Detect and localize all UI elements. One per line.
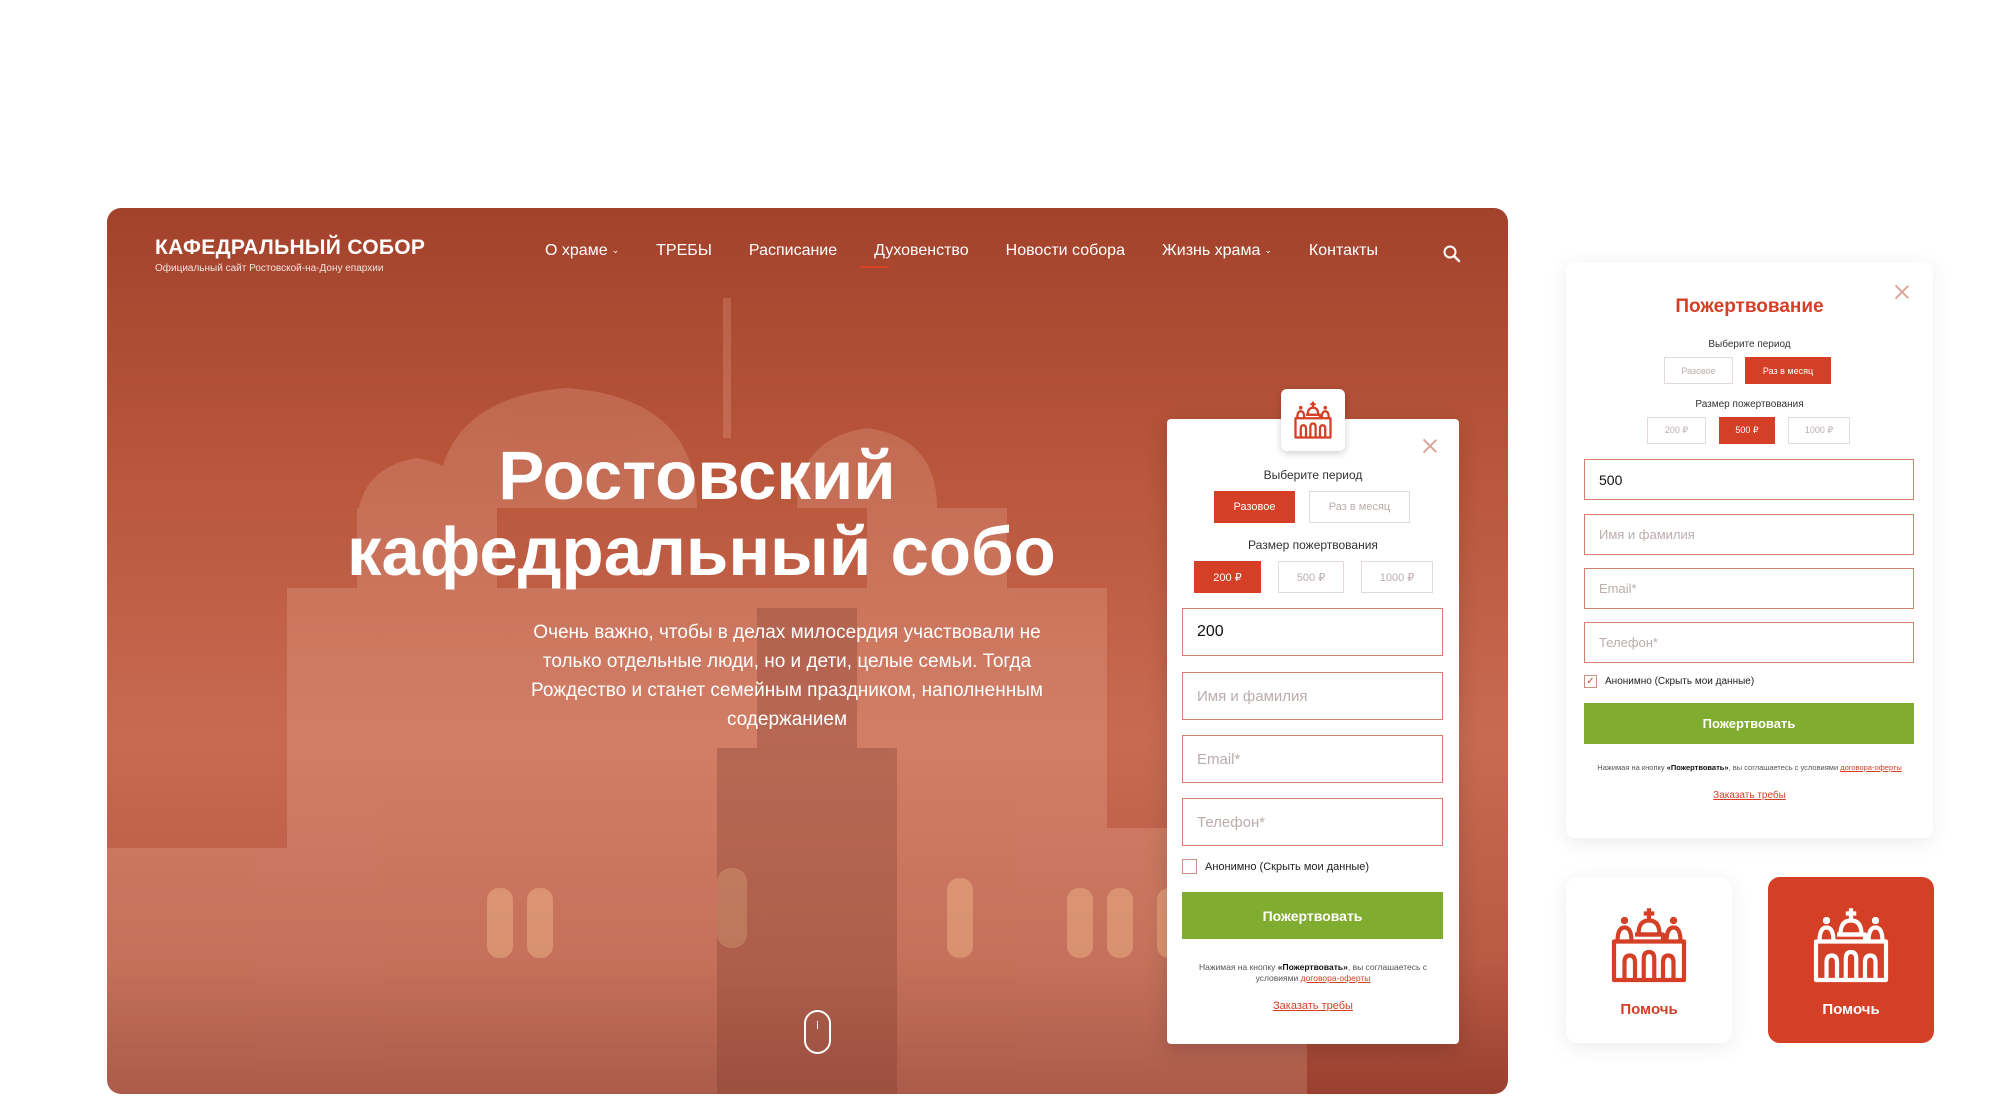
nav-label: Расписание	[748, 242, 838, 259]
hero-title-line: кафедральный собо	[347, 513, 1056, 590]
nav-item-life[interactable]: Жизнь храма ⌄	[1162, 242, 1272, 260]
amount-input[interactable]: 200	[1182, 608, 1443, 656]
offer-link[interactable]: договора-оферты	[1840, 763, 1902, 772]
amount-input[interactable]: 500	[1584, 459, 1914, 500]
amount-selector: 200 ₽ 500 ₽ 1000 ₽	[1647, 417, 1850, 444]
search-icon[interactable]	[1442, 244, 1462, 264]
amount-option-200[interactable]: 200 ₽	[1194, 561, 1261, 593]
site-title: КАФЕДРАЛЬНЫЙ СОБОР	[155, 236, 426, 259]
nav-item-contacts[interactable]: Контакты	[1309, 242, 1378, 260]
donation-form: Выберите период Разовое Раз в месяц Разм…	[1167, 419, 1459, 1044]
terms-button-name: «Пожертвовать»	[1666, 763, 1729, 772]
amount-option-500[interactable]: 500 ₽	[1719, 417, 1775, 444]
period-selector: Разовое Раз в месяц	[1214, 491, 1410, 523]
site-brand[interactable]: КАФЕДРАЛЬНЫЙ СОБОР Официальный сайт Рост…	[155, 236, 425, 274]
help-label: Помочь	[1822, 1000, 1880, 1018]
nav-item-news[interactable]: Новости собора	[1006, 242, 1125, 260]
church-icon	[1611, 907, 1687, 982]
donate-button[interactable]: Пожертвовать	[1584, 703, 1914, 744]
terms-prefix: Нажимая на кнопку	[1198, 962, 1276, 972]
amount-option-1000[interactable]: 1000 ₽	[1788, 417, 1850, 444]
nav-item-clergy[interactable]: Духовенство	[861, 242, 969, 268]
anonymous-checkbox[interactable]	[1182, 859, 1197, 874]
amount-label: Размер пожертвования	[1695, 399, 1804, 410]
main-nav: О храме ⌄ ТРЕБЫ Расписание Духовенство Но…	[545, 242, 1415, 268]
donation-panel: Пожертвование Выберите период Разовое Ра…	[1566, 262, 1933, 838]
period-option-once[interactable]: Разовое	[1664, 357, 1733, 384]
offer-link[interactable]: договора-оферты	[1301, 973, 1371, 983]
terms-middle: , вы соглашаетесь с условиями	[1728, 763, 1839, 772]
close-icon[interactable]	[1423, 439, 1437, 453]
amount-label: Размер пожертвования	[1248, 538, 1378, 552]
help-label: Помочь	[1620, 1000, 1678, 1018]
hero-title: Ростовский кафедральный собо	[347, 437, 1056, 590]
nav-label: Духовенство	[874, 242, 969, 259]
scroll-mouse-icon[interactable]	[804, 1010, 831, 1054]
order-treby-link[interactable]: Заказать требы	[1566, 790, 1933, 801]
nav-item-treby[interactable]: ТРЕБЫ	[656, 242, 712, 260]
period-selector: Разовое Раз в месяц	[1664, 357, 1831, 384]
phone-field[interactable]: Телефон*	[1182, 798, 1443, 846]
period-option-monthly[interactable]: Раз в месяц	[1745, 357, 1831, 384]
church-icon	[1294, 401, 1332, 439]
nav-label: Контакты	[1308, 242, 1378, 259]
donate-button[interactable]: Пожертвовать	[1182, 892, 1443, 939]
phone-field[interactable]: Телефон*	[1584, 622, 1914, 663]
period-option-once[interactable]: Разовое	[1214, 491, 1295, 523]
anonymous-label: Анонимно (Скрыть мои данные)	[1205, 860, 1370, 873]
help-tile-light[interactable]: Помочь	[1566, 877, 1732, 1043]
email-field[interactable]: Email*	[1182, 735, 1443, 783]
amount-selector: 200 ₽ 500 ₽ 1000 ₽	[1194, 561, 1433, 593]
anonymous-row[interactable]: Анонимно (Скрыть мои данные)	[1182, 859, 1369, 874]
church-icon	[1813, 907, 1889, 982]
hero-title-line: Ростовский	[498, 437, 896, 514]
site-subtitle: Официальный сайт Ростовской-на-Дону епар…	[155, 263, 384, 274]
anonymous-row[interactable]: ✓ Анонимно (Скрыть мои данные)	[1584, 675, 1754, 688]
terms-note: Нажимая на кнопку «Пожертвовать», вы сог…	[1576, 763, 1923, 773]
nav-label: Жизнь храма	[1161, 242, 1261, 259]
email-field[interactable]: Email*	[1584, 568, 1914, 609]
name-field[interactable]: Имя и фамилия	[1182, 672, 1443, 720]
period-label: Выберите период	[1263, 468, 1363, 482]
terms-button-name: «Пожертвовать»	[1277, 962, 1348, 972]
period-option-monthly[interactable]: Раз в месяц	[1309, 491, 1410, 523]
amount-option-200[interactable]: 200 ₽	[1647, 417, 1706, 444]
nav-label: Новости собора	[1005, 242, 1125, 259]
anonymous-label: Анонимно (Скрыть мои данные)	[1605, 676, 1755, 687]
period-label: Выберите период	[1708, 339, 1791, 350]
terms-note: Нажимая на кнопку «Пожертвовать», вы сог…	[1187, 962, 1439, 984]
order-treby-link[interactable]: Заказать требы	[1167, 1000, 1459, 1012]
help-tile-dark[interactable]: Помочь	[1768, 877, 1934, 1043]
hero-subtitle: Очень важно, чтобы в делах милосердия уч…	[531, 622, 1043, 730]
nav-label: О храме	[545, 242, 608, 259]
amount-option-1000[interactable]: 1000 ₽	[1361, 561, 1433, 593]
chevron-down-icon: ⌄	[611, 245, 620, 256]
chevron-down-icon: ⌄	[1264, 245, 1272, 256]
anonymous-checkbox[interactable]: ✓	[1584, 675, 1597, 688]
panel-title: Пожертвование	[1675, 296, 1824, 317]
nav-item-about[interactable]: О храме ⌄	[545, 242, 619, 260]
nav-item-schedule[interactable]: Расписание	[749, 242, 837, 260]
amount-option-500[interactable]: 500 ₽	[1278, 561, 1344, 593]
nav-label: ТРЕБЫ	[656, 242, 712, 259]
church-badge	[1281, 389, 1345, 451]
name-field[interactable]: Имя и фамилия	[1584, 514, 1914, 555]
terms-prefix: Нажимая на кнопку	[1597, 763, 1665, 772]
